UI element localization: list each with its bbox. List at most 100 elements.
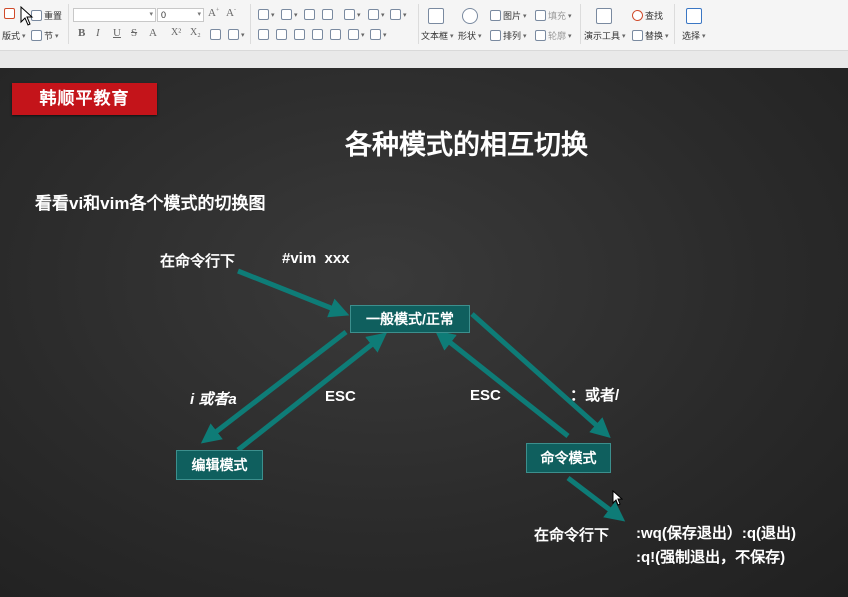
section-icon (31, 30, 42, 41)
arrange-button[interactable]: 排列 ▾ (490, 29, 527, 42)
toolbar-divider (418, 4, 419, 44)
text-direction-icon (368, 9, 379, 20)
columns-button[interactable]: ▾ (390, 9, 407, 20)
numbered-list-button[interactable]: ▾ (281, 9, 298, 20)
bullet-list-icon (258, 9, 269, 20)
char-spacing-button[interactable]: ▾ (228, 29, 245, 40)
chevron-down-icon: ▾ (22, 32, 26, 40)
layout-dropdown[interactable]: 版式 ▾ (2, 29, 26, 42)
fill-button[interactable]: 填充 ▾ (535, 9, 572, 22)
presentation-tools-button[interactable] (596, 8, 612, 24)
section-button[interactable]: 节 ▾ (31, 29, 59, 42)
increase-font-icon[interactable]: A+ (208, 7, 219, 19)
mouse-cursor-icon (20, 6, 34, 26)
replace-icon (632, 30, 643, 41)
toolbar-divider (674, 4, 675, 44)
align-left-icon (258, 29, 269, 40)
picture-icon (490, 10, 501, 21)
presentation-icon (596, 8, 612, 24)
textbox-button[interactable] (428, 8, 444, 24)
decrease-font-icon[interactable]: A- (226, 7, 236, 19)
editor-gap (0, 51, 848, 68)
reset-button[interactable]: 重置 (31, 9, 62, 22)
label-save-quit: :wq(保存退出）:q(退出) (636, 525, 796, 542)
arrow-edit-to-normal (236, 332, 388, 452)
decrease-indent-button[interactable] (304, 9, 315, 20)
textbox-label: 文本框 (421, 31, 449, 41)
outline-button[interactable]: 轮廓 ▾ (535, 29, 572, 42)
find-label: 查找 (645, 11, 664, 21)
shape-button[interactable] (462, 8, 478, 24)
shape-dropdown[interactable]: 形状 ▾ (458, 29, 482, 42)
vertical-align-button[interactable]: ▾ (348, 29, 365, 40)
distribute-button[interactable] (330, 29, 341, 40)
justify-icon (312, 29, 323, 40)
align-center-icon (276, 29, 287, 40)
ribbon-toolbar: 重置 版式 ▾ 节 ▾ ▾ 0 ▾ A+ A- B I U S A X² X₂ … (0, 0, 848, 51)
distribute-icon (330, 29, 341, 40)
replace-button[interactable]: 替换 ▾ (632, 29, 669, 42)
outline-icon (535, 30, 546, 41)
toolbar-divider (250, 4, 251, 44)
align-right-button[interactable] (294, 29, 305, 40)
shape-label: 形状 (458, 31, 477, 41)
shapes-icon (462, 8, 478, 24)
label-esc-left: ESC (325, 388, 356, 405)
select-dropdown[interactable]: 选择 ▾ (682, 29, 706, 42)
layout-label: 版式 (2, 31, 21, 41)
replace-label: 替换 (645, 31, 664, 41)
font-color-button[interactable]: A (149, 27, 157, 39)
smart-art-button[interactable]: ▾ (370, 29, 387, 40)
increase-indent-button[interactable] (322, 9, 333, 20)
slide-canvas[interactable]: 韩顺平教育 各种模式的相互切换 看看vi和vim各个模式的切换图 一般模式/正常… (0, 68, 848, 597)
select-button[interactable] (686, 8, 702, 24)
label-vim-command: #vim xxx (282, 250, 350, 267)
label-cmdline-bottom: 在命令行下 (534, 527, 610, 544)
picture-label: 图片 (503, 11, 522, 21)
toolbar-divider (68, 4, 69, 44)
underline-button[interactable]: U (113, 27, 121, 39)
arrange-icon (490, 30, 501, 41)
subscript-button[interactable]: X₂ (190, 27, 201, 38)
textbox-icon (428, 8, 444, 24)
numbered-list-icon (281, 9, 292, 20)
justify-button[interactable] (312, 29, 323, 40)
line-spacing-icon (344, 9, 355, 20)
label-colon-or-slash: ：或者/ (570, 387, 620, 404)
line-spacing-button[interactable]: ▾ (344, 9, 361, 20)
presentation-tools-label: 演示工具 (584, 31, 621, 41)
italic-button[interactable]: I (96, 27, 100, 39)
picture-button[interactable]: 图片 ▾ (490, 9, 527, 22)
layout-icon (4, 8, 15, 19)
presentation-tools-dropdown[interactable]: 演示工具 ▾ (584, 29, 626, 42)
fill-label: 填充 (548, 11, 567, 21)
char-spacing-icon (228, 29, 239, 40)
label-cmdline-top: 在命令行下 (160, 253, 236, 270)
vertical-align-icon (348, 29, 359, 40)
bold-button[interactable]: B (78, 27, 85, 39)
select-label: 选择 (682, 31, 701, 41)
columns-icon (390, 9, 401, 20)
arrow-command-to-cmdline (566, 476, 626, 522)
text-direction-button[interactable]: ▾ (368, 9, 385, 20)
label-force-quit: :q!(强制退出，不保存) (636, 549, 786, 566)
edit-mode-box: 编辑模式 (176, 450, 263, 480)
superscript-button[interactable]: X² (171, 27, 181, 38)
layout-button[interactable] (4, 8, 15, 19)
font-name-combo[interactable]: ▾ (73, 8, 156, 22)
fill-icon (535, 10, 546, 21)
chevron-down-icon: ▾ (241, 31, 245, 39)
indent-icon (322, 9, 333, 20)
toolbar-divider (580, 4, 581, 44)
textbox-dropdown[interactable]: 文本框 ▾ (421, 29, 454, 42)
align-left-button[interactable] (258, 29, 269, 40)
align-center-button[interactable] (276, 29, 287, 40)
find-button[interactable]: 查找 (632, 9, 663, 22)
eraser-icon (210, 29, 221, 40)
strikethrough-button[interactable]: S (131, 27, 137, 39)
font-size-combo[interactable]: 0 ▾ (157, 8, 204, 22)
bullet-list-button[interactable]: ▾ (258, 9, 275, 20)
clear-format-button[interactable] (210, 29, 221, 40)
search-icon (632, 10, 643, 21)
label-i-or-a: i 或者a (190, 391, 237, 408)
